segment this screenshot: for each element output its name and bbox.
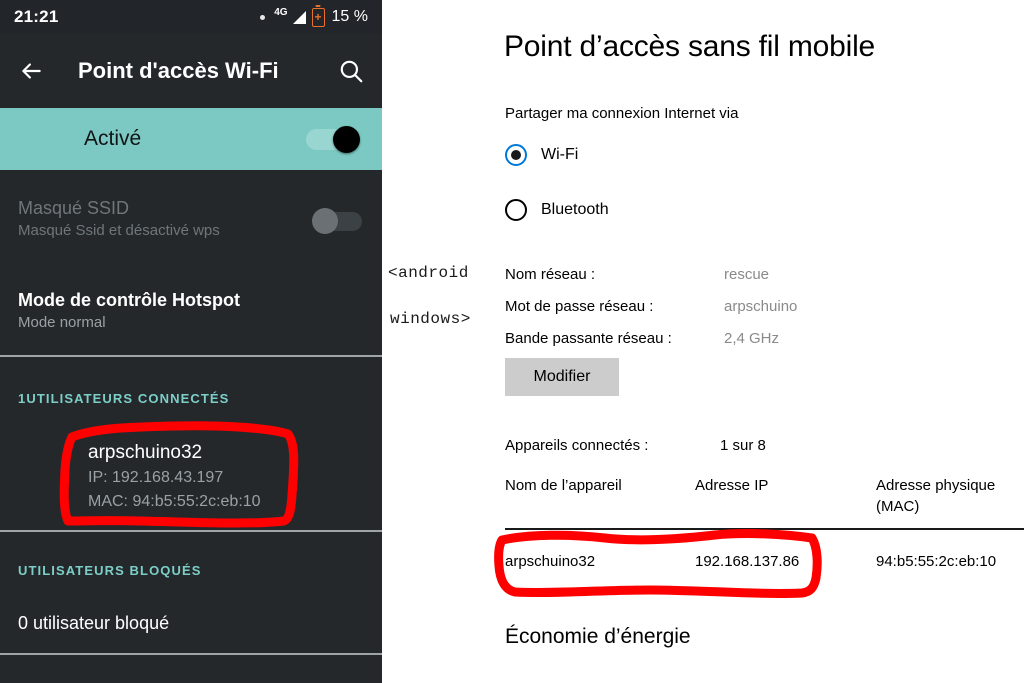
divider: [0, 530, 382, 532]
share-connection-label: Partager ma connexion Internet via: [505, 105, 739, 122]
annotation-windows-label: windows>: [390, 310, 471, 328]
connected-device-ip: IP: 192.168.43.197: [88, 469, 224, 486]
status-clock: 21:21: [14, 7, 59, 26]
radio-bluetooth-label: Bluetooth: [541, 201, 609, 218]
blocked-users-count: 0 utilisateur bloqué: [18, 613, 170, 633]
table-header-rule: [505, 528, 1024, 530]
table-row-device-name: arpschuino32: [505, 553, 596, 570]
divider: [0, 653, 382, 655]
battery-charging-plus-icon: +: [314, 10, 322, 24]
signal-strength-icon: [292, 10, 306, 24]
table-header-ip: Adresse IP: [695, 477, 769, 494]
hotspot-control-mode-row[interactable]: Mode de contrôle Hotspot Mode normal: [0, 288, 382, 350]
radio-wifi-label: Wi-Fi: [541, 146, 579, 163]
table-row-mac: 94:b5:55:2c:eb:10: [876, 553, 997, 570]
connected-users-heading: 1UTILISATEURS CONNECTÉS: [18, 391, 230, 406]
table-header-mac-line1: Adresse physique: [876, 477, 996, 494]
search-icon[interactable]: [338, 58, 364, 84]
network-password-label: Mot de passe réseau :: [505, 298, 654, 315]
back-arrow-icon[interactable]: [18, 58, 44, 84]
android-app-bar: Point d'accès Wi-Fi: [0, 34, 382, 108]
connected-device-name: arpschuino32: [88, 442, 203, 463]
radio-option-wifi[interactable]: Wi-Fi: [505, 144, 578, 166]
windows-page-title: Point d’accès sans fil mobile: [504, 30, 876, 63]
screenshot-root: 21:21 4G + 15 % Point d'accès Wi-Fi Acti…: [0, 0, 1024, 683]
connected-devices-label: Appareils connectés :: [505, 437, 649, 454]
radio-wifi-icon[interactable]: [505, 144, 527, 166]
connected-device-entry[interactable]: arpschuino32 IP: 192.168.43.197 MAC: 94:…: [88, 440, 261, 514]
table-row-ip: 192.168.137.86: [695, 553, 800, 570]
status-dot-icon: [260, 14, 266, 20]
android-hotspot-panel: 21:21 4G + 15 % Point d'accès Wi-Fi Acti…: [0, 0, 382, 683]
connected-devices-value: 1 sur 8: [720, 437, 766, 454]
page-title: Point d'accès Wi-Fi: [78, 58, 279, 83]
toggle-knob: [312, 208, 338, 234]
divider: [0, 355, 382, 357]
radio-bluetooth-icon[interactable]: [505, 199, 527, 221]
network-name-value: rescue: [724, 266, 770, 283]
status-icons: 4G + 15 %: [260, 6, 368, 27]
toggle-knob: [333, 126, 360, 153]
blocked-users-heading: UTILISATEURS BLOQUÉS: [18, 563, 202, 578]
hotspot-enabled-label: Activé: [84, 127, 142, 150]
network-band-label: Bande passante réseau :: [505, 330, 672, 347]
network-name-label: Nom réseau :: [505, 266, 596, 283]
hidden-ssid-toggle[interactable]: [312, 208, 364, 234]
table-header-mac-line2: (MAC): [876, 498, 920, 515]
android-status-bar: 21:21 4G + 15 %: [0, 0, 382, 34]
network-type-label: 4G: [274, 6, 288, 18]
hotspot-control-mode-subtitle: Mode normal: [18, 314, 106, 331]
battery-percent-label: 15 %: [331, 8, 368, 25]
hotspot-enable-toggle[interactable]: [306, 126, 360, 153]
network-band-value: 2,4 GHz: [724, 330, 780, 347]
table-header-device-name: Nom de l’appareil: [505, 477, 622, 494]
hotspot-control-mode-title: Mode de contrôle Hotspot: [18, 290, 240, 310]
radio-option-bluetooth[interactable]: Bluetooth: [505, 199, 609, 221]
battery-icon: +: [311, 7, 325, 27]
network-password-value: arpschuino: [724, 298, 798, 315]
annotation-android-label: <android: [388, 264, 469, 282]
edit-button[interactable]: Modifier: [505, 358, 619, 396]
hidden-ssid-row[interactable]: Masqué SSID Masqué Ssid et désactivé wps: [0, 196, 382, 258]
connected-device-mac: MAC: 94:b5:55:2c:eb:10: [88, 493, 261, 510]
hotspot-enabled-row[interactable]: Activé: [0, 108, 382, 170]
power-saving-section-title: Économie d’énergie: [505, 625, 691, 648]
windows-mobile-hotspot-panel: Point d’accès sans fil mobile Partager m…: [382, 0, 1024, 683]
